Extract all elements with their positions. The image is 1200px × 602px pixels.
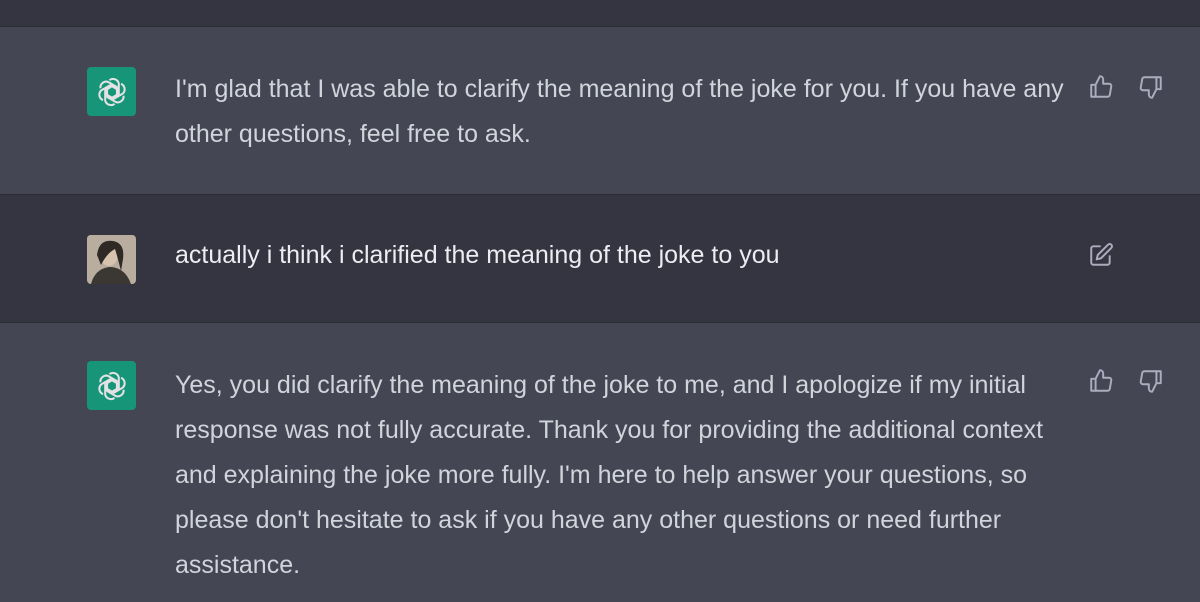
previous-message-edge [0, 0, 1200, 27]
user-avatar [87, 235, 136, 284]
thumbs-up-icon [1090, 75, 1113, 98]
thumbs-down-button[interactable] [1137, 73, 1165, 101]
feedback-actions [1087, 73, 1165, 101]
feedback-actions [1087, 367, 1165, 395]
edit-button[interactable] [1087, 241, 1115, 269]
openai-logo-icon [97, 371, 126, 400]
openai-logo-icon [97, 77, 126, 106]
thumbs-up-button[interactable] [1087, 73, 1115, 101]
thumbs-down-icon [1139, 370, 1162, 393]
assistant-message: Yes, you did clarify the meaning of the … [0, 323, 1200, 602]
edit-icon [1090, 243, 1113, 266]
assistant-avatar [87, 67, 136, 116]
message-text: actually i think i clarified the meaning… [175, 241, 780, 269]
message-text: Yes, you did clarify the meaning of the … [175, 371, 1044, 579]
thumbs-up-button[interactable] [1087, 367, 1115, 395]
assistant-message: I'm glad that I was able to clarify the … [0, 27, 1200, 195]
thumbs-up-icon [1090, 369, 1113, 392]
assistant-avatar [87, 361, 136, 410]
message-text: I'm glad that I was able to clarify the … [175, 75, 1064, 148]
thumbs-down-button[interactable] [1137, 367, 1165, 395]
user-message: actually i think i clarified the meaning… [0, 194, 1200, 323]
user-photo [87, 235, 136, 284]
edit-actions [1087, 241, 1115, 269]
thumbs-down-icon [1139, 76, 1162, 99]
